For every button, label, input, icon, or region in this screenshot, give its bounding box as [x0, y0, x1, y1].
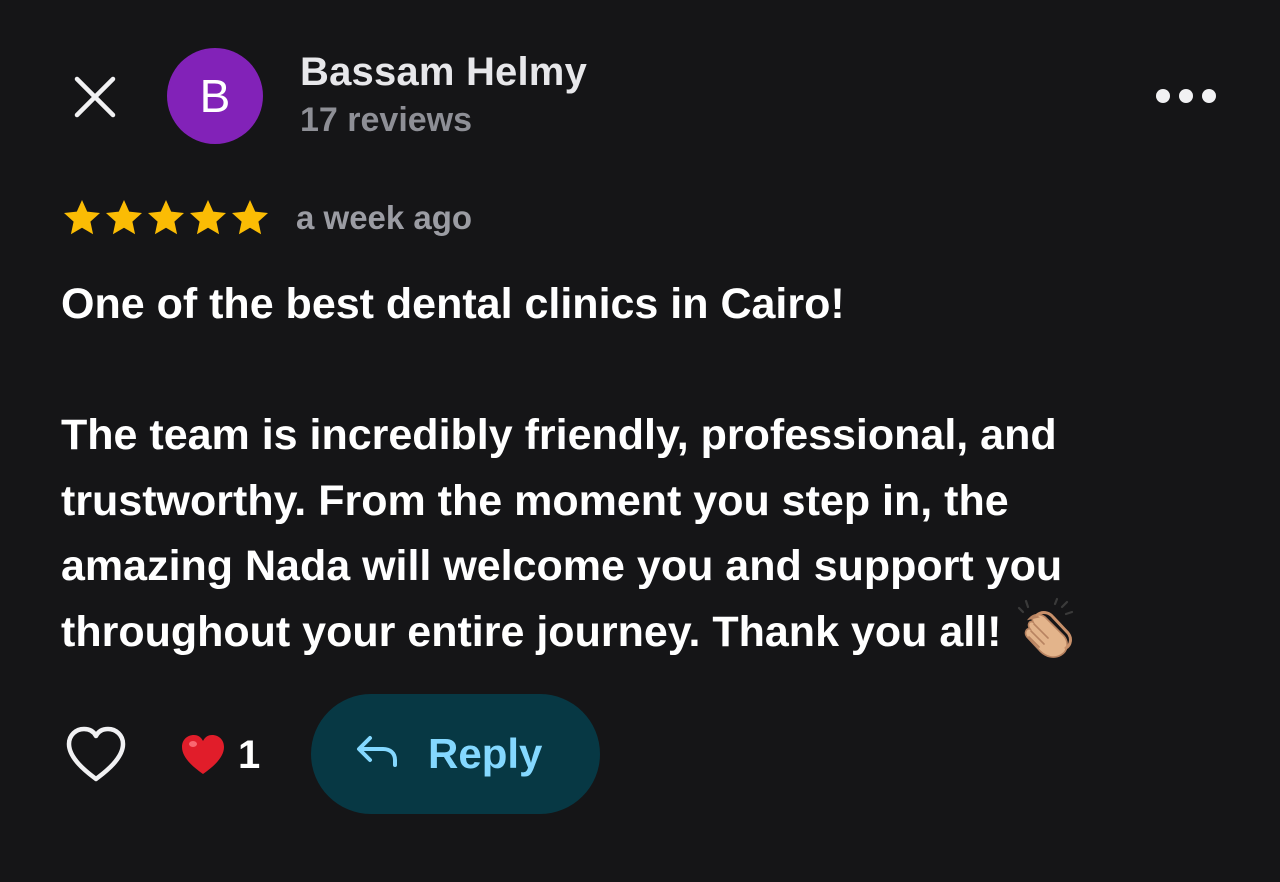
- reaction-summary[interactable]: 1: [180, 730, 260, 780]
- clapping-hands-icon: [1015, 597, 1077, 659]
- star-rating: [62, 198, 270, 238]
- review-card: B Bassam Helmy 17 reviews a week ago One…: [0, 0, 1280, 882]
- star-icon: [232, 200, 268, 235]
- star-icon: [64, 200, 100, 235]
- more-dots-icon: [1156, 89, 1170, 103]
- like-button[interactable]: [64, 725, 128, 785]
- review-line: trustworthy. From the moment you step in…: [61, 476, 1009, 525]
- author-review-count: 17 reviews: [300, 101, 473, 139]
- star-icon: [148, 200, 184, 235]
- reply-arrow-icon: [357, 736, 397, 767]
- more-dot: [1202, 89, 1216, 103]
- red-heart-icon: [182, 735, 224, 774]
- review-line: throughout your entire journey. Thank yo…: [61, 607, 1002, 656]
- close-button[interactable]: [70, 72, 120, 122]
- review-line-last: throughout your entire journey. Thank yo…: [61, 597, 1221, 666]
- rating-row: a week ago: [62, 196, 472, 240]
- review-line: The team is incredibly friendly, profess…: [61, 411, 1057, 459]
- review-time: a week ago: [296, 199, 473, 236]
- reply-label: Reply: [428, 730, 543, 777]
- star-icon: [106, 200, 142, 235]
- avatar[interactable]: B: [167, 48, 263, 144]
- heart-outline-icon: [66, 726, 126, 782]
- more-options-button[interactable]: [1156, 80, 1216, 112]
- avatar-initial: B: [199, 70, 231, 122]
- reply-button[interactable]: Reply: [311, 694, 600, 814]
- close-icon: [74, 76, 116, 118]
- more-dot: [1179, 89, 1193, 103]
- review-headline: One of the best dental clinics in Cairo!: [61, 280, 845, 328]
- review-text: One of the best dental clinics in Cairo!…: [61, 272, 1221, 665]
- author-name[interactable]: Bassam Helmy: [300, 50, 587, 95]
- review-line: amazing Nada will welcome you and suppor…: [61, 542, 1063, 590]
- star-icon: [190, 200, 226, 235]
- reaction-count: 1: [238, 732, 261, 777]
